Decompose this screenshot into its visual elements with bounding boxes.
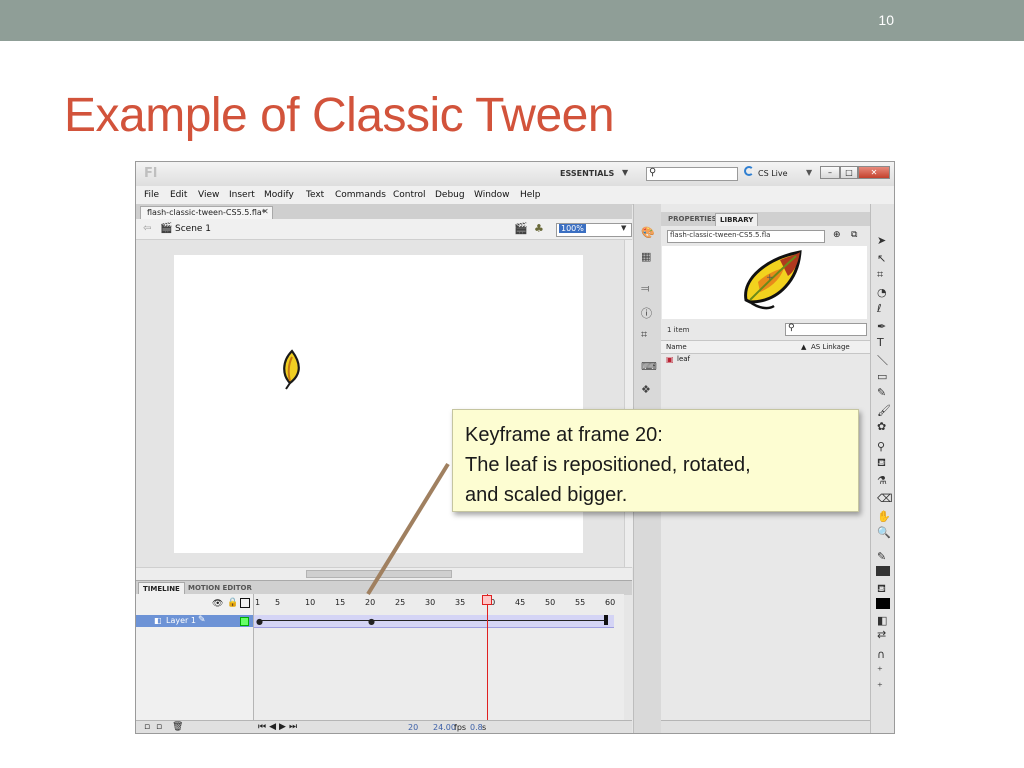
- callout-line-3: and scaled bigger.: [465, 484, 628, 506]
- callout-line-2: The leaf is repositioned, rotated,: [465, 454, 751, 476]
- callout-line-1: Keyframe at frame 20:: [465, 424, 663, 446]
- callout-box: Keyframe at frame 20: The leaf is reposi…: [452, 409, 859, 512]
- callout-pointer: [366, 462, 450, 596]
